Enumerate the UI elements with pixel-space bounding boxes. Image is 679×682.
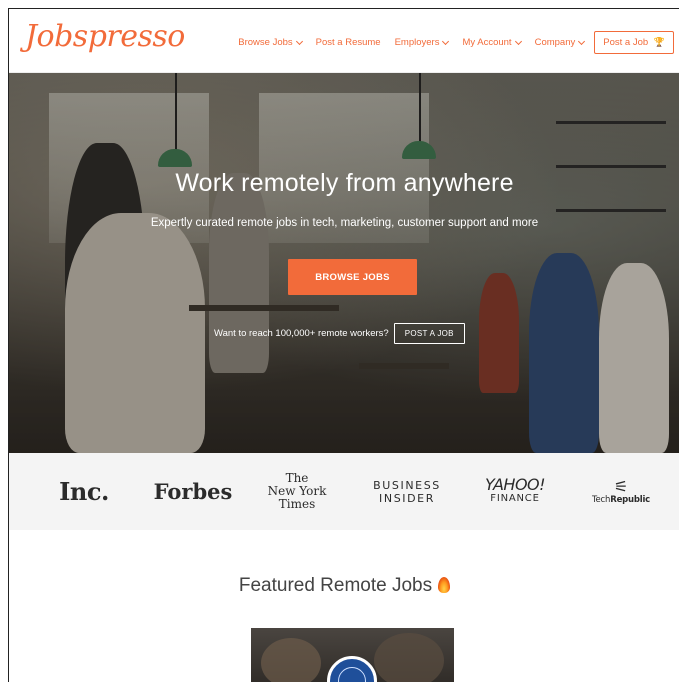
forbes-logo: Forbes (153, 479, 233, 504)
reach-workers-row: Want to reach 100,000+ remote workers? P… (214, 323, 465, 344)
nav-browse-jobs-label: Browse Jobs (238, 37, 293, 48)
hero-section: Work remotely from anywhere Expertly cur… (9, 73, 679, 453)
company-seal-logo (327, 656, 377, 682)
page-frame: Jobspresso Browse Jobs Post a Resume Emp… (8, 8, 679, 682)
hero-post-a-job-button[interactable]: POST A JOB (393, 323, 465, 344)
nyt-logo-line: Times (278, 497, 316, 511)
hero-title: Work remotely from anywhere (175, 169, 514, 197)
fire-icon (438, 577, 451, 593)
nav-company[interactable]: Company (534, 37, 586, 48)
post-a-job-label: Post a Job (603, 37, 649, 48)
site-logo[interactable]: Jobspresso (25, 19, 185, 54)
chevron-down-icon (578, 37, 586, 45)
techrepublic-prefix: Tech (591, 494, 611, 505)
chevron-down-icon (295, 37, 303, 45)
nav-post-resume-label: Post a Resume (315, 37, 381, 48)
browse-jobs-button[interactable]: BROWSE JOBS (288, 259, 417, 295)
post-a-job-button[interactable]: Post a Job 🏆 (594, 31, 674, 54)
nav-company-label: Company (534, 37, 576, 48)
press-logos-bar: Inc. Forbes The New York Times BUSINESS … (9, 453, 679, 530)
nav-my-account-label: My Account (462, 37, 512, 48)
nyt-logo: The New York Times (259, 453, 335, 530)
yahoo-wordmark: YAHOO! (484, 474, 546, 494)
nav-my-account[interactable]: My Account (462, 37, 522, 48)
inc-logo: Inc. (59, 477, 109, 506)
business-insider-line: BUSINESS (373, 478, 441, 492)
nav-employers-label: Employers (394, 37, 440, 48)
featured-jobs-heading: Featured Remote Jobs (9, 575, 679, 597)
featured-job-card[interactable] (251, 628, 454, 682)
main-nav: Browse Jobs Post a Resume Employers My A… (224, 31, 674, 54)
techrepublic-icon: ⚟ (613, 476, 629, 496)
trophy-icon: 🏆 (653, 37, 665, 47)
nav-post-resume[interactable]: Post a Resume (316, 37, 381, 48)
site-header: Jobspresso Browse Jobs Post a Resume Emp… (9, 9, 679, 73)
yahoo-finance-logo: YAHOO! FINANCE (475, 453, 555, 530)
techrepublic-wordmark: TechRepublic (592, 495, 650, 505)
reach-workers-text: Want to reach 100,000+ remote workers? (214, 328, 389, 339)
chevron-down-icon (514, 37, 522, 45)
techrepublic-bold: Republic (610, 494, 651, 505)
hero-subtitle: Expertly curated remote jobs in tech, ma… (150, 217, 539, 229)
featured-jobs-title: Featured Remote Jobs (238, 575, 433, 596)
nav-browse-jobs[interactable]: Browse Jobs (238, 37, 303, 48)
business-insider-logo: BUSINESS INSIDER (365, 453, 449, 530)
chevron-down-icon (442, 37, 450, 45)
techrepublic-logo: ⚟ TechRepublic (583, 453, 659, 530)
nav-employers[interactable]: Employers (394, 37, 450, 48)
business-insider-line: INSIDER (379, 491, 435, 505)
finance-wordmark: FINANCE (490, 492, 540, 504)
